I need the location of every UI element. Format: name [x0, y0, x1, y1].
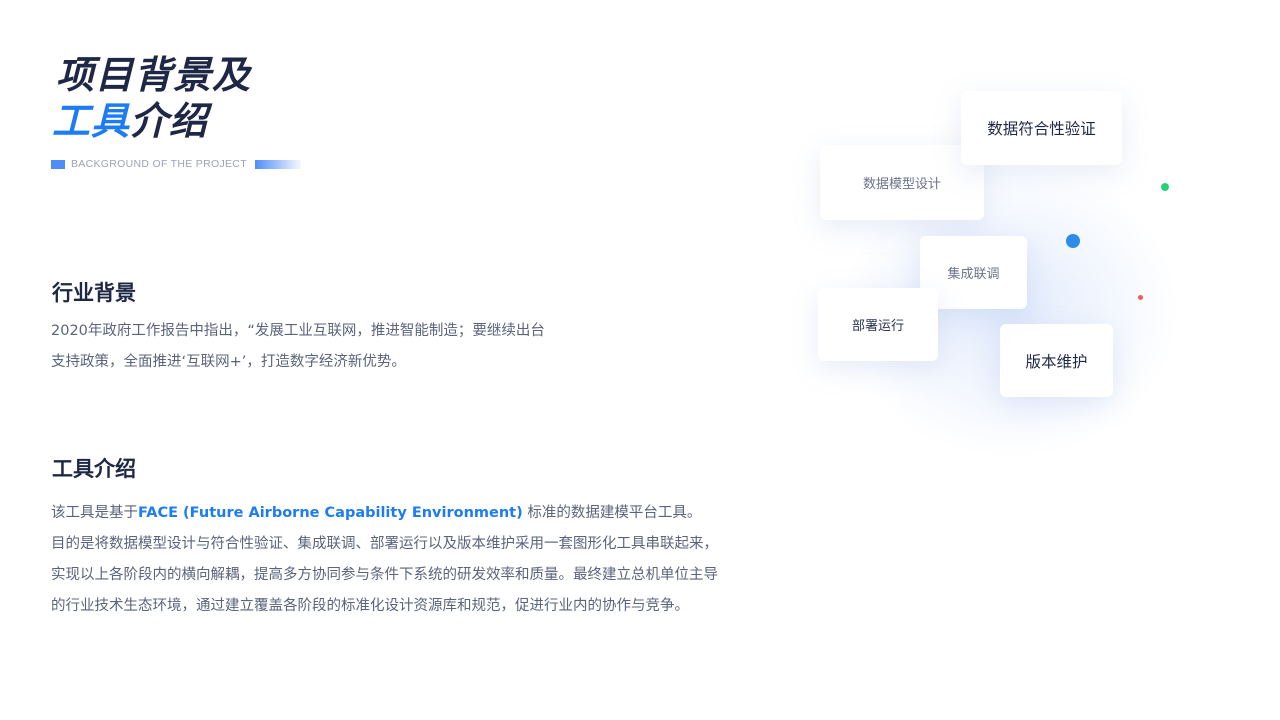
- industry-heading: 行业背景: [52, 281, 136, 305]
- industry-line: 2020年政府工作报告中指出，“发展工业互联网，推进智能制造；要继续出台: [51, 323, 545, 339]
- card-conformance: 数据符合性验证: [961, 91, 1122, 165]
- industry-paragraph: 2020年政府工作报告中指出，“发展工业互联网，推进智能制造；要继续出台 支持政…: [51, 316, 545, 378]
- title-line-1: 项目背景及: [56, 53, 252, 97]
- title-line-2: 工具介绍: [52, 98, 251, 144]
- industry-line: 支持政策，全面推进‘互联网+’，打造数字经济新优势。: [51, 354, 406, 370]
- card-version-label: 版本维护: [1025, 352, 1088, 371]
- subtitle-text: BACKGROUND OF THE PROJECT: [71, 158, 247, 170]
- card-conformance-label: 数据符合性验证: [987, 120, 1096, 138]
- tool-paragraph: 该工具是基于FACE (Future Airborne Capability E…: [51, 498, 718, 622]
- card-version: 版本维护: [1000, 324, 1113, 397]
- title-rest: 介绍: [130, 99, 209, 143]
- subtitle-row: BACKGROUND OF THE PROJECT: [51, 158, 301, 170]
- page-title: 项目背景及 工具介绍: [52, 52, 252, 144]
- tool-line: 实现以上各阶段内的横向解耦，提高多方协同参与条件下系统的研发效率和质量。最终建立…: [51, 567, 718, 583]
- card-integration-label: 集成联调: [947, 267, 1000, 282]
- title-accent: 工具: [52, 99, 131, 143]
- card-model-design-label: 数据模型设计: [862, 177, 941, 192]
- card-deployment-label: 部署运行: [851, 319, 904, 334]
- blue-dot: [1066, 234, 1080, 248]
- subtitle-bar-right: [254, 159, 301, 169]
- tool-line-post: 标准的数据建模平台工具。: [522, 505, 702, 521]
- card-deployment: 部署运行: [818, 288, 938, 361]
- green-dot: [1161, 183, 1169, 191]
- tool-line-pre: 该工具是基于: [51, 505, 138, 521]
- tool-line: 的行业技术生态环境，通过建立覆盖各阶段的标准化设计资源库和规范，促进行业内的协作…: [51, 598, 689, 614]
- tool-line: 目的是将数据模型设计与符合性验证、集成联调、部署运行以及版本维护采用一套图形化工…: [51, 536, 718, 552]
- tool-heading: 工具介绍: [52, 457, 136, 481]
- red-dot: [1138, 295, 1143, 300]
- subtitle-bar-left: [51, 159, 65, 169]
- face-highlight: FACE (Future Airborne Capability Environ…: [138, 505, 523, 521]
- tool-line: 该工具是基于FACE (Future Airborne Capability E…: [51, 498, 718, 529]
- card-model-design: 数据模型设计: [820, 145, 984, 220]
